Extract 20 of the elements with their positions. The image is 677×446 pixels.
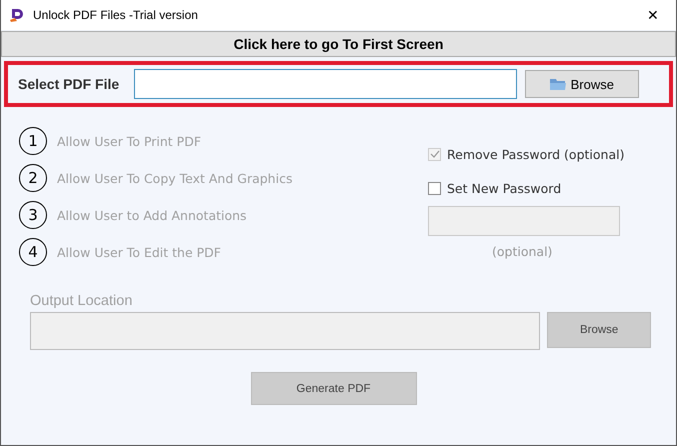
window-title: Unlock PDF Files -Trial version [33,8,199,22]
close-button[interactable]: ✕ [630,0,676,30]
step-number: 3 [19,201,47,229]
optional-hint: (optional) [492,244,554,259]
permission-label: Allow User To Edit the PDF [57,244,221,260]
permission-label: Allow User To Print PDF [57,134,202,148]
step-number: 2 [19,164,47,192]
select-file-label: Select PDF File [18,76,120,92]
browse-button[interactable]: Browse [524,70,639,98]
first-screen-button[interactable]: Click here to go To First Screen [1,31,676,57]
file-path-field[interactable] [134,69,517,99]
app-logo-icon [9,7,25,23]
folder-icon [550,78,566,90]
permission-label: Allow User to Add Annotations [57,208,247,222]
step-number: 4 [19,238,47,266]
step-number: 1 [19,127,47,155]
permission-label: Allow User To Copy Text And Graphics [57,170,292,186]
password-option[interactable]: Set New Password [428,171,636,205]
output-location-label: Output Location [30,293,132,309]
checkbox[interactable] [428,182,441,194]
